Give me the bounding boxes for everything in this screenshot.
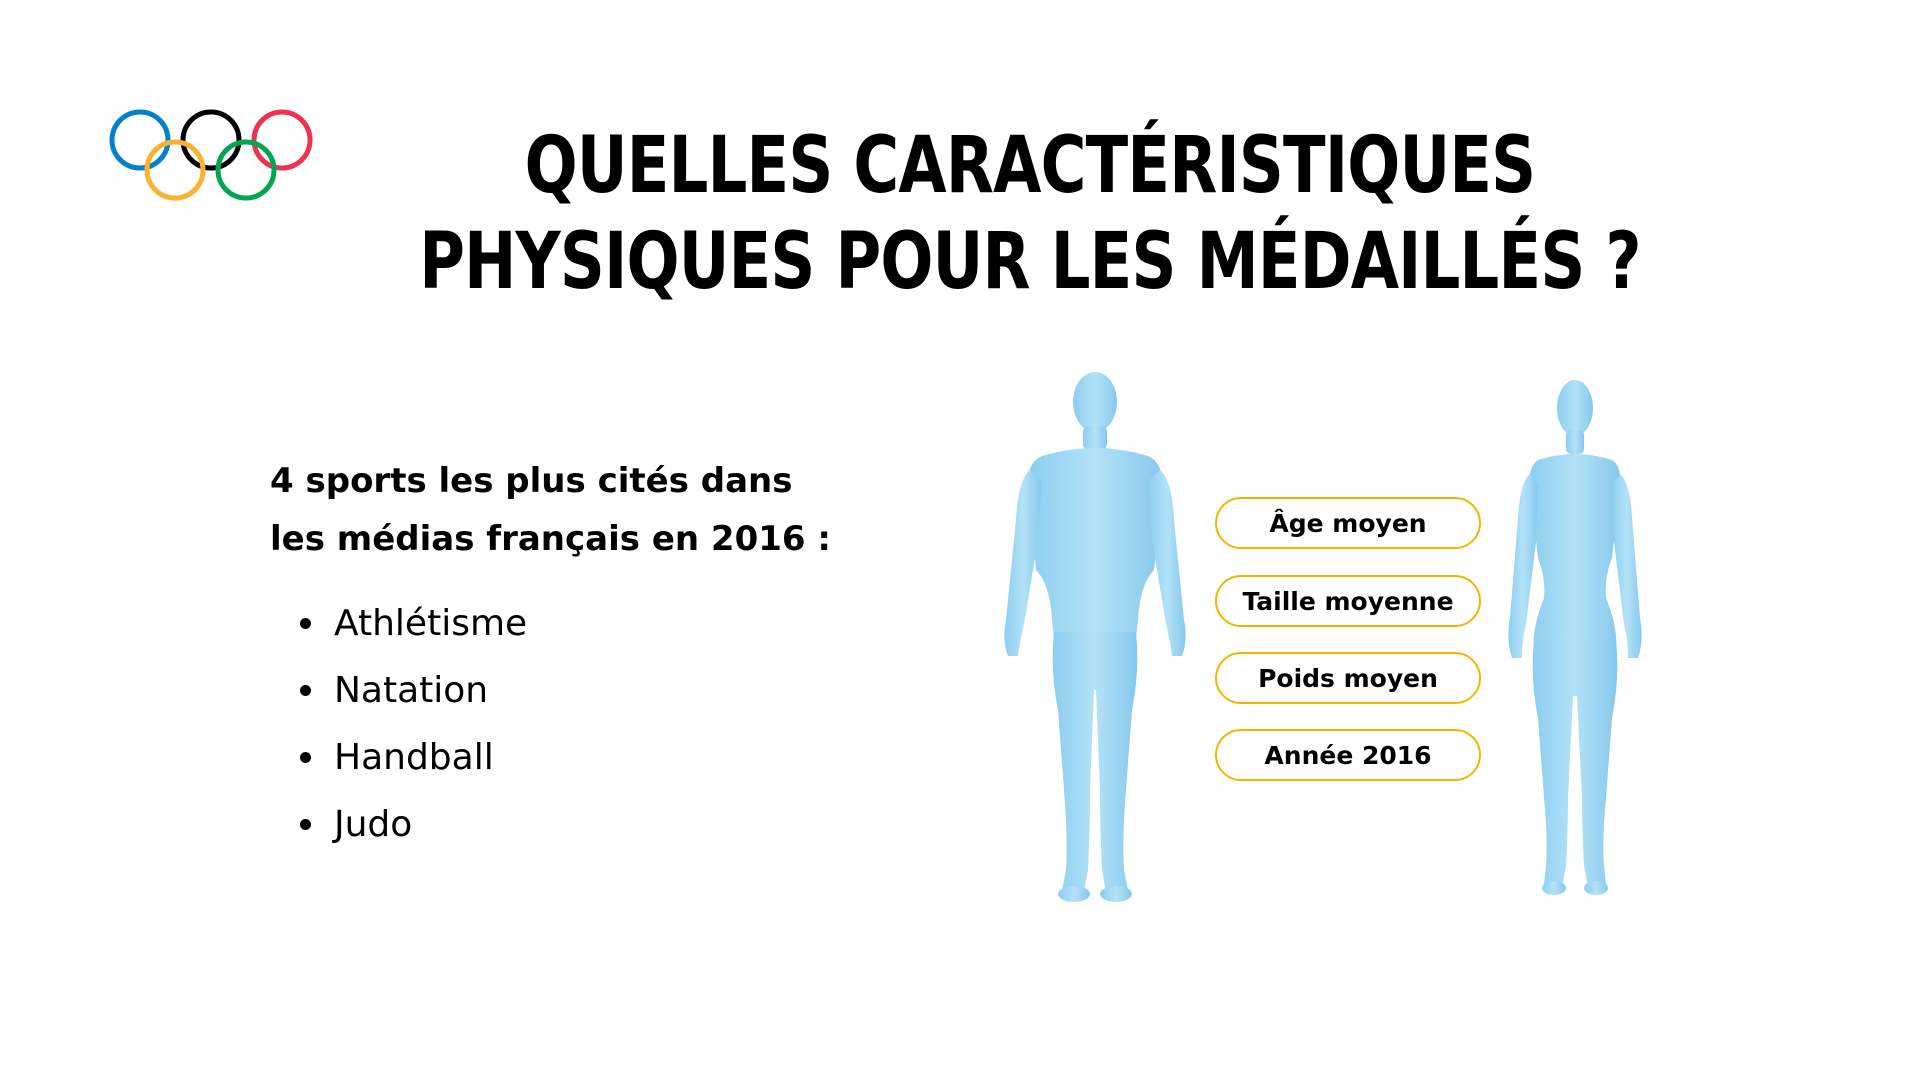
pill-age-moyen: Âge moyen <box>1215 497 1481 549</box>
pill-taille-moyenne: Taille moyenne <box>1215 575 1481 627</box>
pill-annee-2016: Année 2016 <box>1215 729 1481 781</box>
female-body-icon <box>1508 380 1642 895</box>
list-item: Athlétisme <box>300 590 527 657</box>
list-item: Judo <box>300 791 527 858</box>
page-title-line-1: Quelles caractéristiques <box>524 121 1536 211</box>
pill-label: Année 2016 <box>1264 740 1432 770</box>
pill-label: Taille moyenne <box>1242 586 1454 616</box>
olympic-rings-icon <box>109 109 313 201</box>
bullet-icon <box>300 752 311 763</box>
sport-label: Natation <box>334 670 489 711</box>
bullet-icon <box>300 618 311 629</box>
intro-line-1: 4 sports les plus cités dans <box>270 461 793 501</box>
pill-poids-moyen: Poids moyen <box>1215 652 1481 704</box>
page-title: Quelles caractéristiques physiques pour … <box>406 118 1654 310</box>
sport-label: Judo <box>334 804 413 845</box>
bullet-icon <box>300 685 311 696</box>
page-title-line-2: physiques pour les médaillés ? <box>419 217 1641 307</box>
pill-label: Âge moyen <box>1269 508 1427 538</box>
sports-list: Athlétisme Natation Handball Judo <box>300 590 527 858</box>
male-body-icon <box>1004 372 1186 902</box>
pill-label: Poids moyen <box>1258 663 1438 693</box>
intro-line-2: les médias français en 2016 : <box>270 519 831 559</box>
sport-label: Athlétisme <box>334 603 528 644</box>
list-item: Handball <box>300 724 527 791</box>
intro-text: 4 sports les plus cités dans les médias … <box>270 452 870 568</box>
sport-label: Handball <box>334 737 494 778</box>
list-item: Natation <box>300 657 527 724</box>
bullet-icon <box>300 819 311 830</box>
